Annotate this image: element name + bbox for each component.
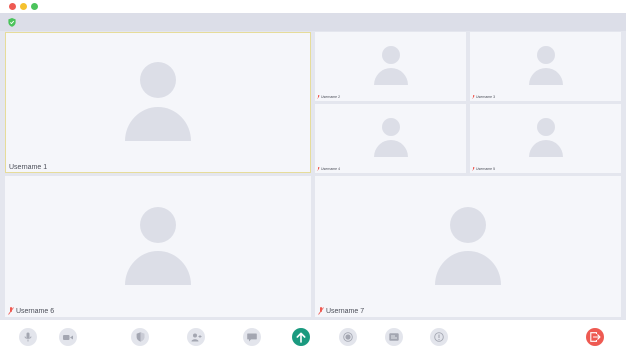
security-button[interactable]	[131, 328, 149, 346]
mic-muted-icon	[317, 95, 320, 99]
exit-icon	[589, 332, 601, 342]
participant-name: Username 1	[9, 164, 48, 171]
title-bar	[0, 0, 626, 13]
captions-icon	[389, 333, 399, 341]
avatar	[528, 46, 564, 86]
minimize-window-button[interactable]	[20, 3, 27, 10]
chat-bubble-icon	[247, 333, 257, 341]
avatar	[528, 118, 564, 158]
mic-muted-icon	[472, 95, 475, 99]
video-tile-6[interactable]: Username 6	[5, 176, 311, 317]
participant-name: Username 3	[472, 95, 495, 99]
shield-check-icon[interactable]	[8, 18, 16, 27]
avatar	[373, 118, 409, 158]
share-screen-button[interactable]	[292, 328, 310, 346]
avatar	[123, 62, 193, 142]
add-user-icon	[191, 333, 201, 341]
arrow-up-icon	[296, 332, 306, 343]
close-window-button[interactable]	[9, 3, 16, 10]
avatar	[373, 46, 409, 86]
participant-name: Username 2	[317, 95, 340, 99]
record-icon	[343, 332, 353, 342]
mic-muted-icon	[317, 167, 320, 171]
shield-icon	[136, 332, 144, 342]
video-tile-7[interactable]: Username 7	[315, 176, 621, 317]
mic-muted-icon	[318, 307, 324, 315]
mic-muted-icon	[472, 167, 475, 171]
avatar	[124, 207, 192, 285]
mic-muted-icon	[8, 307, 14, 315]
chat-button[interactable]	[243, 328, 261, 346]
microphone-button[interactable]	[19, 328, 37, 346]
more-icon	[434, 332, 444, 342]
meeting-window: Username 1 Username 2 Username 3 Usernam…	[0, 0, 626, 352]
control-bar	[0, 320, 626, 352]
participant-name: Username 6	[8, 307, 54, 316]
captions-button[interactable]	[385, 328, 403, 346]
video-tile-5[interactable]: Username 5	[470, 104, 621, 173]
meeting-info-bar	[0, 13, 626, 31]
video-camera-icon	[63, 334, 73, 340]
participant-name: Username 5	[472, 167, 495, 171]
microphone-icon	[24, 332, 32, 342]
camera-button[interactable]	[59, 328, 77, 346]
record-button[interactable]	[339, 328, 357, 346]
avatar	[434, 207, 502, 285]
video-tile-2[interactable]: Username 2	[315, 32, 466, 101]
maximize-window-button[interactable]	[31, 3, 38, 10]
participant-name: Username 7	[318, 307, 364, 316]
video-tile-3[interactable]: Username 3	[470, 32, 621, 101]
participants-button[interactable]	[187, 328, 205, 346]
participant-name: Username 4	[317, 167, 340, 171]
leave-meeting-button[interactable]	[586, 328, 604, 346]
video-tile-1[interactable]: Username 1	[5, 32, 311, 173]
video-tile-4[interactable]: Username 4	[315, 104, 466, 173]
more-button[interactable]	[430, 328, 448, 346]
